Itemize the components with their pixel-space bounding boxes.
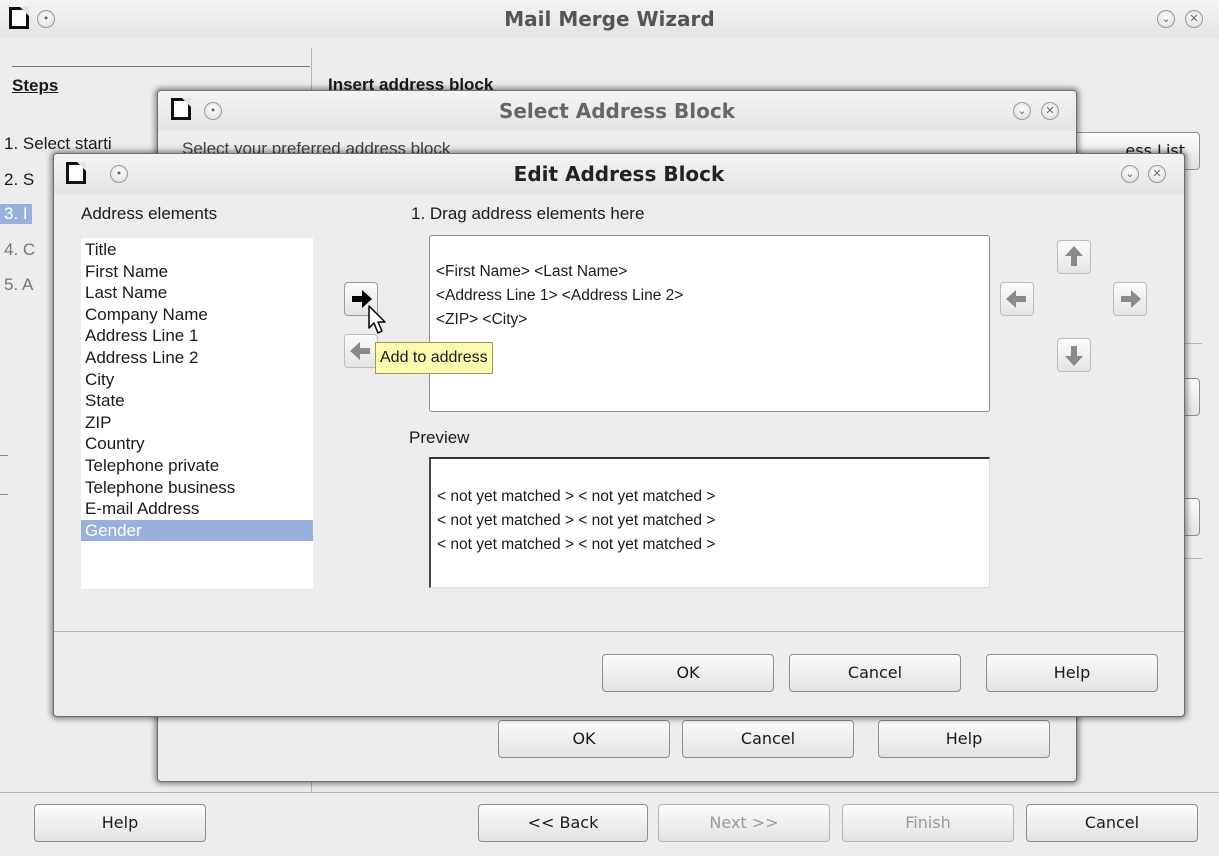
next-button[interactable]: Next >> <box>658 804 830 842</box>
arrow-left-icon <box>350 342 370 360</box>
address-element-item[interactable]: Address Line 2 <box>81 347 313 369</box>
address-element-item[interactable]: Address Line 1 <box>81 325 313 347</box>
step-5[interactable]: 5. A <box>4 275 33 295</box>
arrow-up-icon <box>1065 246 1083 266</box>
edit-dialog-title: Edit Address Block <box>513 162 725 186</box>
steps-heading: Steps <box>12 76 59 95</box>
preview-line: < not yet matched > < not yet matched > <box>437 512 716 529</box>
finish-button[interactable]: Finish <box>842 804 1014 842</box>
address-line[interactable]: <Address Line 1> <Address Line 2> <box>436 284 989 308</box>
address-element-item[interactable]: Telephone business <box>81 477 313 499</box>
move-up-button[interactable] <box>1057 240 1091 274</box>
select-dialog-cancel-button[interactable]: Cancel <box>682 720 854 758</box>
preview-line: < not yet matched > < not yet matched > <box>437 536 716 553</box>
address-element-item[interactable]: Last Name <box>81 282 313 304</box>
address-element-item[interactable]: Company Name <box>81 304 313 326</box>
select-dialog-ok-button[interactable]: OK <box>498 720 670 758</box>
move-right-button[interactable] <box>1113 282 1147 316</box>
select-dialog-help-button[interactable]: Help <box>878 720 1050 758</box>
address-block-field[interactable]: <First Name> <Last Name> <Address Line 1>… <box>429 235 990 412</box>
arrow-down-icon <box>1065 346 1083 366</box>
minimize-icon[interactable]: ⌄ <box>1157 10 1175 28</box>
remove-from-address-button[interactable] <box>344 334 378 368</box>
select-dialog-title: Select Address Block <box>498 99 736 123</box>
step-3[interactable]: 3. I <box>0 204 32 224</box>
mouse-cursor-icon <box>368 305 386 334</box>
drag-label: 1. Drag address elements here <box>411 204 645 223</box>
move-down-button[interactable] <box>1057 338 1091 372</box>
steps-divider <box>12 66 310 67</box>
main-window-title: Mail Merge Wizard <box>504 7 715 31</box>
edit-address-block-dialog: • Edit Address Block ⌄ ✕ Address element… <box>53 153 1185 717</box>
main-footer-divider <box>0 792 1219 793</box>
left-edge-marks <box>0 455 8 495</box>
edit-dialog-ok-button[interactable]: OK <box>602 654 774 692</box>
move-left-button[interactable] <box>1000 282 1034 316</box>
step-4[interactable]: 4. C <box>4 240 35 260</box>
address-element-item[interactable]: Telephone private <box>81 455 313 477</box>
address-element-item[interactable]: Country <box>81 433 313 455</box>
preview-label: Preview <box>409 428 470 447</box>
cancel-button[interactable]: Cancel <box>1026 804 1198 842</box>
tooltip: Add to address <box>375 342 493 374</box>
preview-line: < not yet matched > < not yet matched > <box>437 488 716 505</box>
preview-field: < not yet matched > < not yet matched > <… <box>429 457 990 588</box>
address-element-item[interactable]: First Name <box>81 261 313 283</box>
step-2[interactable]: 2. S <box>4 170 34 190</box>
edit-dialog-help-button[interactable]: Help <box>986 654 1158 692</box>
address-elements-label: Address elements <box>81 204 218 223</box>
address-element-item[interactable]: Gender <box>81 519 313 542</box>
edit-dialog-cancel-button[interactable]: Cancel <box>789 654 961 692</box>
address-element-item[interactable]: ZIP <box>81 412 313 434</box>
arrow-left-icon <box>1006 290 1026 308</box>
select-dialog-close-icon[interactable]: ✕ <box>1041 102 1059 120</box>
step-1[interactable]: 1. Select starti <box>4 134 112 154</box>
address-element-item[interactable]: E-mail Address <box>81 498 313 520</box>
select-dialog-minimize-icon[interactable]: ⌄ <box>1013 102 1031 120</box>
address-line[interactable]: <ZIP> <City> <box>436 308 989 332</box>
address-element-item[interactable]: Title <box>81 239 313 261</box>
edit-dialog-close-icon[interactable]: ✕ <box>1148 165 1166 183</box>
arrow-right-icon <box>1121 290 1141 308</box>
close-icon[interactable]: ✕ <box>1185 10 1203 28</box>
help-button[interactable]: Help <box>34 804 206 842</box>
address-line[interactable]: <First Name> <Last Name> <box>436 260 989 284</box>
select-dialog-titlebar: • Select Address Block ⌄ ✕ <box>158 91 1076 131</box>
edit-dialog-titlebar: • Edit Address Block ⌄ ✕ <box>54 154 1184 194</box>
address-elements-list[interactable]: Title First Name Last Name Company Name Addr… <box>81 238 313 589</box>
edit-dialog-footer-divider <box>54 631 1184 632</box>
edit-dialog-minimize-icon[interactable]: ⌄ <box>1121 165 1139 183</box>
address-element-item[interactable]: State <box>81 390 313 412</box>
back-button[interactable]: << Back <box>478 804 648 842</box>
address-element-item[interactable]: City <box>81 369 313 391</box>
main-titlebar: • Mail Merge Wizard ⌄ ✕ <box>0 0 1219 38</box>
